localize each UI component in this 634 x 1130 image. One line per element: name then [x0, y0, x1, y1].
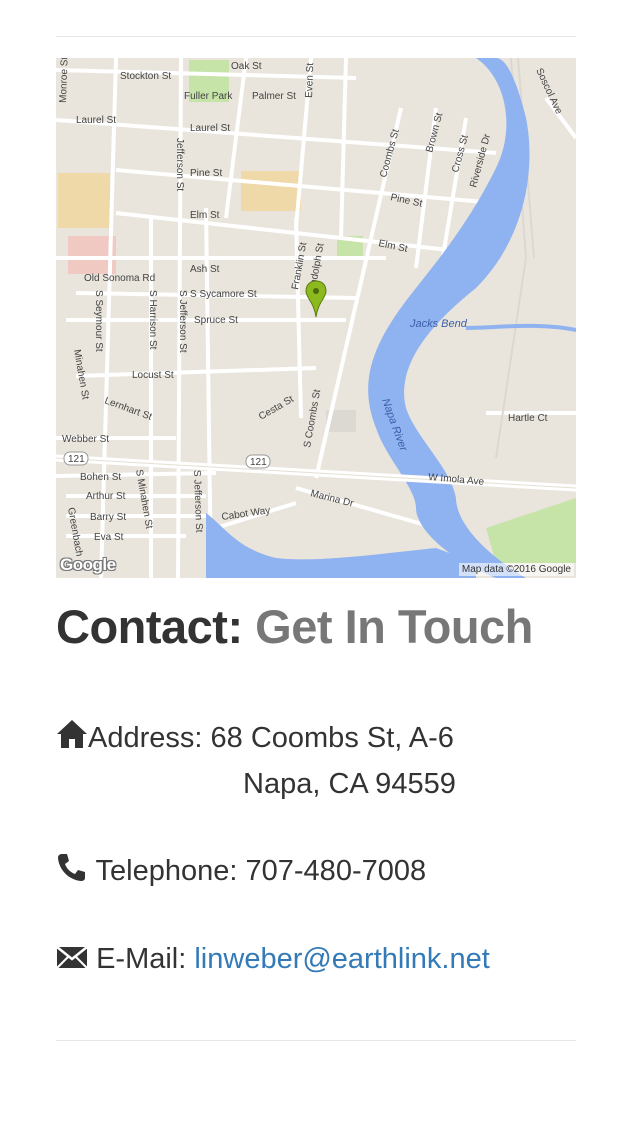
- label-spruce: Spruce St: [194, 315, 238, 326]
- address-line-2: Napa, CA 94559: [243, 768, 456, 800]
- phone-row: Telephone: 707-480-7008: [56, 849, 426, 895]
- email-link[interactable]: linweber@earthlink.net: [194, 943, 489, 975]
- label-even: Even St: [304, 63, 316, 99]
- top-divider: [56, 36, 576, 37]
- school-area-2: [241, 171, 301, 211]
- label-route-2: 121: [250, 457, 267, 468]
- address-line-1: 68 Coombs St, A-6: [210, 722, 454, 754]
- label-stockton: Stockton St: [120, 71, 171, 82]
- bottom-divider: [56, 1040, 576, 1041]
- label-bohen: Bohen St: [80, 472, 121, 483]
- label-webber: Webber St: [62, 434, 109, 445]
- page-title-sub: Get In Touch: [255, 600, 533, 653]
- email-row: E-Mail: linweber@earthlink.net: [56, 937, 490, 983]
- label-jacks-bend: Jacks Bend: [409, 318, 468, 330]
- label-arthur: Arthur St: [86, 491, 126, 502]
- map-marker-icon[interactable]: [305, 280, 327, 318]
- phone-label: Telephone:: [95, 855, 238, 887]
- page-title-main: Contact:: [56, 600, 243, 653]
- envelope-icon: [56, 939, 88, 983]
- label-palmer: Palmer St: [252, 91, 296, 102]
- address-label: Address:: [88, 722, 203, 754]
- address-block: Address: 68 Coombs St, A-6 Napa, CA 9455…: [56, 716, 456, 806]
- address-line-1-row: Address: 68 Coombs St, A-6: [56, 716, 456, 762]
- home-icon: [56, 718, 88, 762]
- label-route-1: 121: [68, 454, 85, 465]
- label-monroe: Monroe St: [58, 58, 71, 103]
- google-logo[interactable]: Google: [60, 555, 116, 575]
- label-old-sonoma: Old Sonoma Rd: [84, 273, 155, 284]
- label-hartle: Hartle Ct: [508, 413, 548, 424]
- map-embed[interactable]: Oak St Stockton St Fuller Park Palmer St…: [56, 58, 576, 578]
- label-laurel-2: Laurel St: [190, 123, 230, 134]
- label-jefferson: Jefferson St: [174, 138, 185, 191]
- label-s-jefferson-1: S Jefferson St: [177, 290, 188, 353]
- label-pine-1: Pine St: [190, 168, 222, 179]
- map-attribution[interactable]: Map data ©2016 Google: [458, 563, 574, 576]
- label-laurel-1: Laurel St: [76, 115, 116, 126]
- label-fuller-park: Fuller Park: [184, 91, 233, 102]
- label-eva: Eva St: [94, 532, 124, 543]
- phone-value[interactable]: 707-480-7008: [246, 855, 427, 887]
- email-label: E-Mail:: [96, 943, 187, 975]
- label-oak: Oak St: [231, 61, 262, 72]
- label-s-harrison: S Harrison St: [147, 290, 158, 350]
- label-barry: Barry St: [90, 512, 126, 523]
- label-elm-1: Elm St: [190, 210, 220, 221]
- label-ash: Ash St: [190, 264, 220, 275]
- phone-icon: [56, 851, 88, 895]
- school-area: [58, 173, 110, 228]
- page-title: Contact: Get In Touch: [56, 598, 533, 656]
- map-canvas[interactable]: Oak St Stockton St Fuller Park Palmer St…: [56, 58, 576, 578]
- label-sycamore: S Sycamore St: [190, 289, 257, 300]
- label-s-jefferson-2: S Jefferson St: [191, 470, 204, 533]
- label-locust: Locust St: [132, 370, 174, 381]
- label-s-seymour: S Seymour St: [93, 290, 104, 352]
